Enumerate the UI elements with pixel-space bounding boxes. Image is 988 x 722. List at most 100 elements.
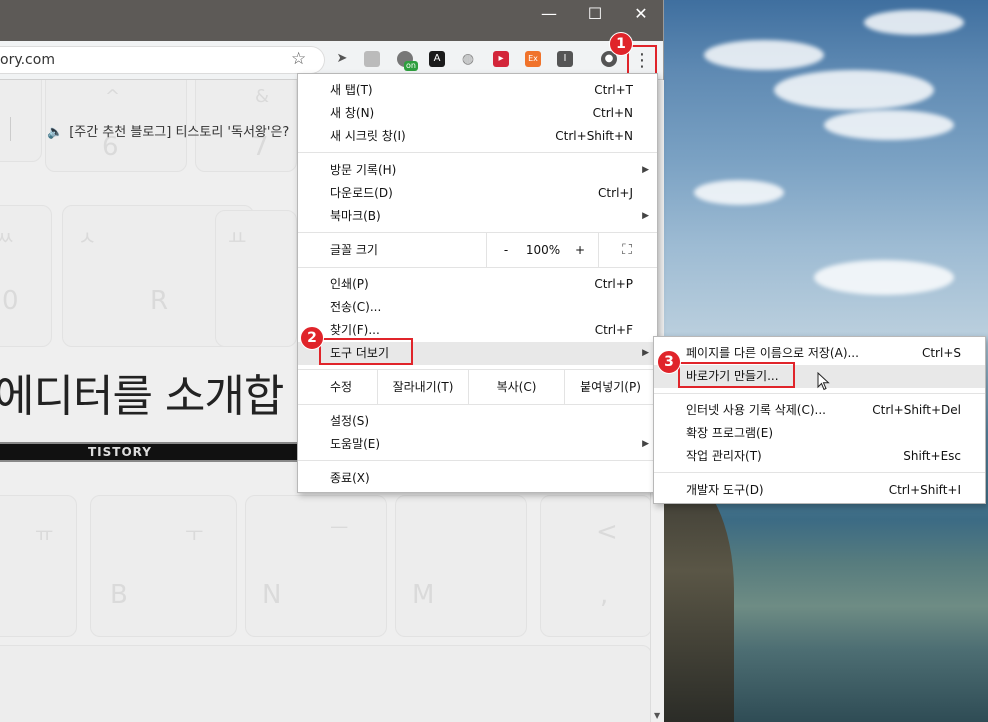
- menu-item-history[interactable]: 방문 기록(H) ▶: [298, 159, 657, 182]
- zoom-label: 글꼴 크기: [330, 243, 378, 257]
- menu-item-shortcut: Ctrl+F: [594, 323, 633, 337]
- menu-item-label: 확장 프로그램(E): [686, 426, 774, 440]
- menu-item-label: 개발자 도구(D): [686, 483, 764, 497]
- divider: [598, 233, 599, 267]
- key-label: ,: [600, 580, 609, 610]
- menu-item-label: 다운로드(D): [330, 186, 393, 200]
- key-label: ㅅ: [78, 226, 97, 250]
- key-label: ㅆ: [0, 226, 15, 250]
- maximize-button[interactable]: ☐: [572, 0, 618, 28]
- menu-item-shortcut: Ctrl+N: [592, 106, 633, 120]
- extension-icon[interactable]: ▸: [493, 51, 509, 67]
- menu-separator: [298, 460, 657, 461]
- close-button[interactable]: ✕: [618, 0, 664, 28]
- paste-button[interactable]: 붙여넣기(P): [565, 370, 656, 404]
- globe-icon[interactable]: ◍: [460, 51, 476, 67]
- divider: [10, 117, 11, 141]
- keyboard-key: [540, 495, 650, 637]
- zoom-row: 글꼴 크기 - 100% + ⛶: [298, 233, 657, 267]
- edit-label: 수정: [330, 380, 353, 394]
- extension-icon[interactable]: [364, 51, 380, 67]
- submenu-item-dev-tools[interactable]: 개발자 도구(D) Ctrl+Shift+I: [654, 479, 985, 502]
- divider: [486, 233, 487, 267]
- extension-icon[interactable]: A: [429, 51, 445, 67]
- cut-button[interactable]: 잘라내기(T): [378, 370, 468, 404]
- menu-item-label: 북마크(B): [330, 209, 381, 223]
- sea-rock: [664, 470, 734, 722]
- menu-item-label: 종료(X): [330, 471, 370, 485]
- headline: 에디터를 소개합: [0, 371, 284, 422]
- menu-separator: [298, 152, 657, 153]
- menu-item-label: 새 탭(T): [330, 83, 373, 97]
- keyboard-key: [0, 495, 77, 637]
- scroll-down-icon[interactable]: ▼: [654, 711, 660, 720]
- key-label: B: [110, 580, 128, 610]
- menu-item-incognito[interactable]: 새 시크릿 창(I) Ctrl+Shift+N: [298, 125, 657, 148]
- menu-item-shortcut: Shift+Esc: [903, 449, 961, 463]
- cloud: [824, 110, 954, 140]
- minimize-button[interactable]: —: [526, 0, 572, 28]
- menu-item-new-tab[interactable]: 새 탭(T) Ctrl+T: [298, 79, 657, 102]
- menu-item-label: 작업 관리자(T): [686, 449, 762, 463]
- key-label: N: [262, 580, 282, 610]
- zoom-in-button[interactable]: +: [570, 233, 590, 267]
- menu-item-shortcut: Ctrl+Shift+N: [555, 129, 633, 143]
- submenu-item-clear-history[interactable]: 인터넷 사용 기록 삭제(C)... Ctrl+Shift+Del: [654, 399, 985, 422]
- submenu-item-task-manager[interactable]: 작업 관리자(T) Shift+Esc: [654, 445, 985, 468]
- extension-icon[interactable]: I: [557, 51, 573, 67]
- step-badge: 1: [609, 32, 633, 56]
- menu-item-print[interactable]: 인쇄(P) Ctrl+P: [298, 273, 657, 296]
- submenu-arrow-icon: ▶: [642, 439, 649, 449]
- key-label: &: [255, 86, 270, 107]
- menu-item-label: 방문 기록(H): [330, 163, 397, 177]
- cloud: [774, 70, 934, 110]
- zoom-out-button[interactable]: -: [496, 233, 516, 267]
- menu-item-cast[interactable]: 전송(C)...: [298, 296, 657, 319]
- highlight-box-create-shortcut: [678, 362, 795, 388]
- key-label: <: [596, 517, 618, 547]
- key-label: ㅛ: [228, 226, 247, 250]
- tistory-banner: TISTORY: [0, 442, 300, 462]
- submenu-arrow-icon: ▶: [642, 165, 649, 175]
- keyboard-key: [245, 495, 387, 637]
- step-badge: 3: [657, 350, 681, 374]
- menu-item-label: 인쇄(P): [330, 277, 369, 291]
- menu-item-exit[interactable]: 종료(X): [298, 467, 657, 490]
- copy-button[interactable]: 복사(C): [469, 370, 564, 404]
- key-label: M: [412, 580, 435, 610]
- cloud: [814, 260, 954, 295]
- bookmark-star-icon[interactable]: ☆: [291, 49, 306, 69]
- notice-text: [주간 추천 블로그] 티스토리 '독서왕'은?: [69, 125, 290, 140]
- menu-item-bookmarks[interactable]: 북마크(B) ▶: [298, 205, 657, 228]
- cloud: [704, 40, 824, 70]
- banner-text: TISTORY: [88, 445, 152, 459]
- extension-icon[interactable]: Ex: [525, 51, 541, 67]
- menu-item-new-window[interactable]: 새 창(N) Ctrl+N: [298, 102, 657, 125]
- zoom-level: 100%: [525, 243, 561, 257]
- menu-item-shortcut: Ctrl+J: [598, 186, 633, 200]
- cursor-extension-icon[interactable]: ➤: [334, 51, 350, 67]
- menu-item-label: 새 창(N): [330, 106, 375, 120]
- menu-item-shortcut: Ctrl+Shift+I: [888, 483, 961, 497]
- key-label: ㅜ: [185, 522, 204, 546]
- menu-separator: [298, 404, 657, 405]
- on-badge: on: [404, 61, 418, 71]
- key-label: ㅡ: [330, 516, 349, 540]
- menu-item-downloads[interactable]: 다운로드(D) Ctrl+J: [298, 182, 657, 205]
- menu-item-settings[interactable]: 설정(S): [298, 410, 657, 433]
- address-bar[interactable]: ory.com: [0, 46, 325, 74]
- keyboard-key: [0, 80, 42, 162]
- submenu-item-extensions[interactable]: 확장 프로그램(E): [654, 422, 985, 445]
- menu-item-help[interactable]: 도움말(E) ▶: [298, 433, 657, 456]
- menu-item-shortcut: Ctrl+P: [594, 277, 633, 291]
- menu-item-label: 새 시크릿 창(I): [330, 129, 406, 143]
- fullscreen-icon[interactable]: ⛶: [614, 233, 640, 267]
- submenu-arrow-icon: ▶: [642, 211, 649, 221]
- highlight-box-more-tools: [319, 338, 413, 365]
- menu-separator: [654, 472, 985, 473]
- key-label: R: [150, 286, 169, 316]
- notice-banner[interactable]: 🔈 [주간 추천 블로그] 티스토리 '독서왕'은?: [47, 121, 289, 140]
- menu-item-shortcut: Ctrl+Shift+Del: [872, 403, 961, 417]
- mouse-cursor-icon: [817, 372, 830, 391]
- keyboard-key: [0, 645, 650, 722]
